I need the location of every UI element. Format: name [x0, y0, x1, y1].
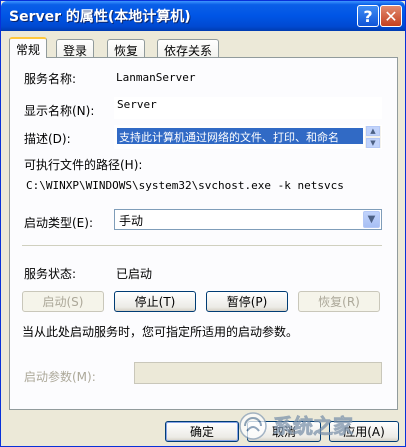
service-properties-window: Server 的属性(本地计算机) ? ✕ 常规 登录 恢复 依存关系 服务名称… — [0, 0, 406, 447]
close-icon[interactable]: ✕ — [380, 5, 402, 27]
tab-recovery[interactable]: 恢复 — [107, 39, 146, 58]
exe-path-label: 可执行文件的路径(H): — [24, 158, 143, 172]
start-params-input[interactable] — [134, 362, 382, 384]
tab-logon[interactable]: 登录 — [56, 39, 95, 58]
start-service-button[interactable]: 启动(S) — [22, 291, 104, 312]
resume-service-button[interactable]: 恢复(R) — [298, 291, 380, 312]
description-field[interactable]: 支持此计算机通过网络的文件、打印、和命名 ▲ ▼ — [114, 125, 382, 149]
display-name-label: 显示名称(N): — [24, 104, 95, 118]
scroll-down-icon[interactable]: ▼ — [366, 138, 380, 148]
tab-general[interactable]: 常规 — [9, 37, 48, 58]
watermark-logo: 系统之家 — [239, 412, 354, 440]
description-value: 支持此计算机通过网络的文件、打印、和命名 — [117, 128, 363, 144]
chevron-down-icon[interactable]: ▼ — [363, 211, 380, 228]
service-status-value: 已启动 — [116, 267, 153, 281]
display-name-field[interactable]: Server — [114, 97, 382, 119]
watermark-text: 系统之家 — [273, 414, 354, 438]
divider — [22, 245, 382, 246]
display-name-value: Server — [117, 98, 157, 111]
tab-strip: 常规 登录 恢复 依存关系 — [9, 37, 399, 59]
scroll-up-icon[interactable]: ▲ — [366, 126, 380, 136]
stop-service-button[interactable]: 停止(T) — [114, 291, 196, 312]
start-params-hint: 当从此处启动服务时，您可指定所适用的启动参数。 — [22, 325, 299, 339]
service-name-label: 服务名称: — [24, 72, 77, 86]
startup-type-label: 启动类型(E): — [24, 216, 93, 230]
service-name-value: LanmanServer — [116, 71, 196, 84]
tab-dependencies[interactable]: 依存关系 — [157, 39, 220, 58]
service-status-label: 服务状态: — [24, 267, 77, 281]
start-params-label: 启动参数(M): — [24, 370, 96, 384]
description-scrollbar[interactable]: ▲ ▼ — [365, 126, 381, 148]
help-icon[interactable]: ? — [357, 5, 379, 27]
general-tab-panel: 服务名称: LanmanServer 显示名称(N): Server 描述(D)… — [9, 57, 398, 410]
exe-path-value: C:\WINXP\WINDOWS\system32\svchost.exe -k… — [26, 179, 344, 192]
pause-service-button[interactable]: 暂停(P) — [206, 291, 288, 312]
startup-type-select[interactable]: 手动 ▼ — [114, 209, 382, 230]
startup-type-value: 手动 — [119, 214, 144, 228]
ok-button[interactable]: 确定 — [165, 421, 239, 442]
title-bar[interactable]: Server 的属性(本地计算机) ? ✕ — [1, 1, 405, 31]
window-title: Server 的属性(本地计算机) — [9, 9, 191, 25]
exe-path-field: C:\WINXP\WINDOWS\system32\svchost.exe -k… — [22, 175, 382, 197]
description-label: 描述(D): — [24, 132, 71, 146]
